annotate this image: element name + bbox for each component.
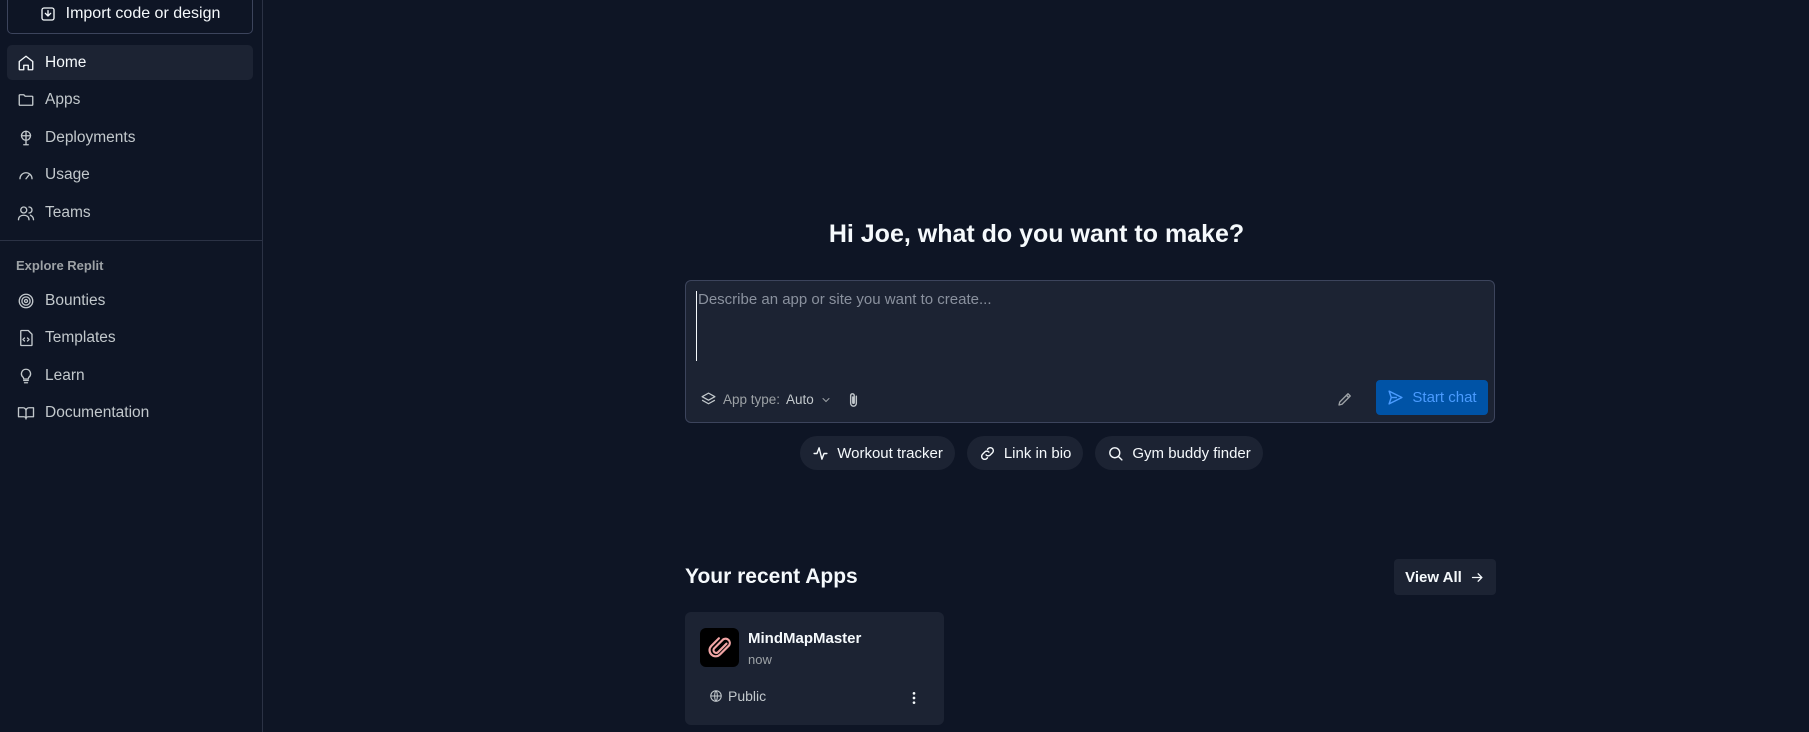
sidebar-item-label: Documentation <box>45 404 150 421</box>
sidebar-item-teams[interactable]: Teams <box>7 195 253 230</box>
send-icon <box>1388 390 1403 405</box>
users-icon <box>17 205 35 220</box>
home-icon <box>18 55 34 70</box>
sidebar-item-label: Templates <box>45 329 116 346</box>
more-vertical-icon[interactable] <box>906 690 922 706</box>
app-root: Import code or design Home Apps Deployme… <box>0 0 1809 732</box>
sidebar: Import code or design Home Apps Deployme… <box>0 0 263 732</box>
start-chat-button[interactable]: Start chat <box>1376 380 1488 415</box>
suggestion-gym-buddy-finder[interactable]: Gym buddy finder <box>1095 436 1263 470</box>
paperclip-icon[interactable] <box>845 392 862 409</box>
explore-nav: Bounties Templates Learn Documentation <box>7 283 253 433</box>
suggestion-chips: Workout tracker Link in bio Gym buddy fi… <box>264 436 1809 470</box>
sidebar-item-label: Bounties <box>45 291 106 309</box>
app-card[interactable]: MindMapMaster now Public <box>685 612 944 725</box>
sidebar-item-home[interactable]: Home <box>7 45 253 80</box>
suggestion-label: Link in bio <box>1003 444 1072 462</box>
main-content: Hi Joe, what do you want to make? App ty… <box>264 0 1809 732</box>
sidebar-item-label: Apps <box>45 91 81 108</box>
gauge-icon <box>19 172 33 180</box>
sidebar-item-label: Deployments <box>45 128 136 146</box>
app-visibility-label: Public <box>728 688 767 704</box>
view-all-button[interactable]: View All <box>1394 559 1496 595</box>
app-avatar <box>700 628 739 667</box>
app-type-label: App type: <box>723 392 781 407</box>
sidebar-item-deployments[interactable]: Deployments <box>7 120 253 155</box>
sidebar-item-label: Teams <box>45 203 91 221</box>
pen-icon[interactable] <box>1336 390 1354 408</box>
start-chat-label: Start chat <box>1412 389 1477 406</box>
recent-apps-title: Your recent Apps <box>685 565 858 588</box>
suggestion-workout-tracker[interactable]: Workout tracker <box>800 436 955 470</box>
suggestion-label: Gym buddy finder <box>1132 444 1251 462</box>
layers-icon <box>701 392 716 405</box>
link-icon <box>980 446 994 460</box>
explore-section-label: Explore Replit <box>16 258 104 273</box>
primary-nav: Home Apps Deployments Usage Teams <box>7 45 253 233</box>
sidebar-divider <box>0 240 263 241</box>
globe-icon <box>710 690 722 702</box>
suggestion-link-in-bio[interactable]: Link in bio <box>966 436 1084 470</box>
sidebar-item-usage[interactable]: Usage <box>7 158 253 193</box>
sidebar-item-label: Usage <box>45 166 90 183</box>
chevron-down-icon <box>822 397 830 402</box>
page-title: Hi Joe, what do you want to make? <box>828 220 1245 248</box>
file-code-icon <box>20 329 33 347</box>
sidebar-item-learn[interactable]: Learn <box>7 358 253 393</box>
view-all-label: View All <box>1405 568 1462 586</box>
deployments-icon <box>20 130 32 145</box>
folder-icon <box>18 94 34 106</box>
activity-icon <box>813 446 828 460</box>
app-type-value: Auto <box>786 392 814 407</box>
paperclip-icon <box>708 636 731 657</box>
import-code-label: Import code or design <box>65 5 221 22</box>
lightbulb-icon <box>20 368 32 383</box>
suggestion-label: Workout tracker <box>837 444 943 462</box>
book-icon <box>17 407 35 420</box>
prompt-input[interactable] <box>696 291 1484 361</box>
sidebar-item-apps[interactable]: Apps <box>7 83 253 118</box>
app-type-selector[interactable]: App type: Auto <box>700 391 832 408</box>
search-icon <box>1109 446 1123 461</box>
app-visibility: Public <box>709 688 766 704</box>
prompt-box: App type: Auto Start chat <box>685 280 1495 423</box>
app-time: now <box>748 652 772 667</box>
sidebar-item-label: Learn <box>45 366 85 384</box>
sidebar-item-documentation[interactable]: Documentation <box>7 396 253 431</box>
target-icon <box>18 293 34 308</box>
arrow-right-icon <box>1471 572 1483 582</box>
sidebar-item-bounties[interactable]: Bounties <box>7 283 253 318</box>
import-icon <box>40 7 55 21</box>
sidebar-item-label: Home <box>45 53 87 71</box>
sidebar-item-templates[interactable]: Templates <box>7 321 253 356</box>
app-name: MindMapMaster <box>748 630 862 647</box>
import-code-button[interactable]: Import code or design <box>7 0 253 34</box>
